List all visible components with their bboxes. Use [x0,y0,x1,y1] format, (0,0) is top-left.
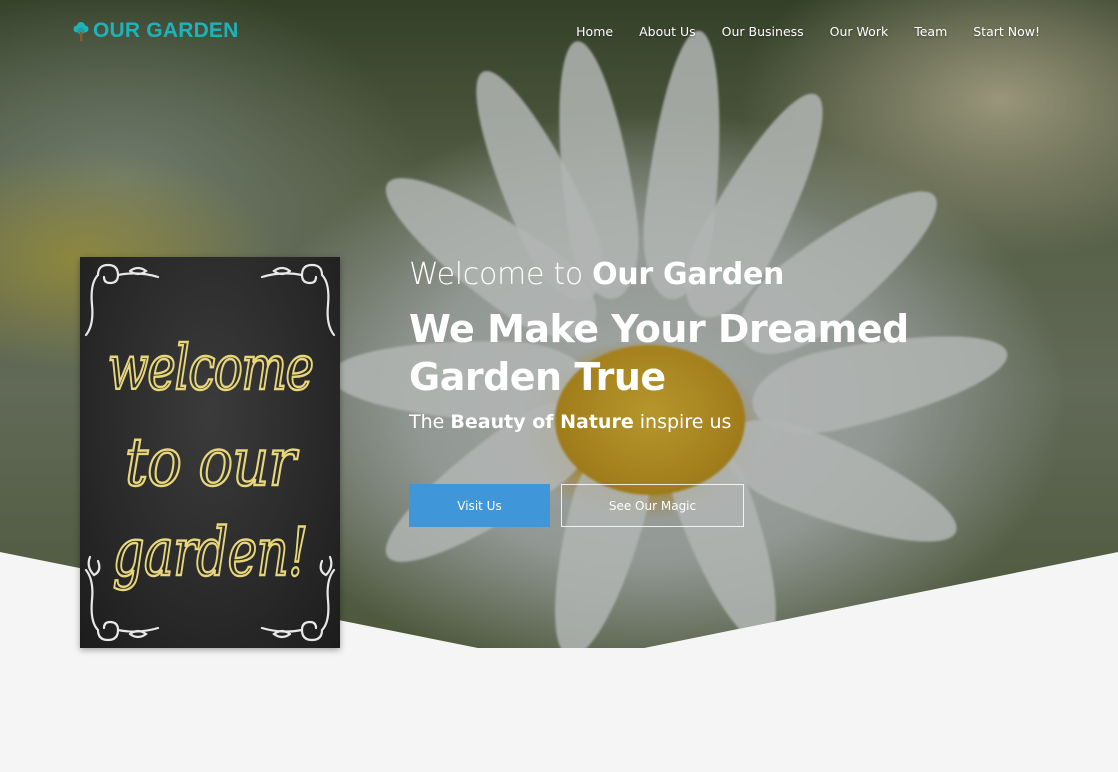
nav-team[interactable]: Team [914,24,947,39]
brand-logo[interactable]: OUR GARDEN [72,18,239,44]
hero-copy: Welcome to Our Garden We Make Your Dream… [409,255,1049,435]
nav-start-now[interactable]: Start Now! [973,24,1040,39]
nav-about-us[interactable]: About Us [639,24,696,39]
nav-our-work[interactable]: Our Work [830,24,889,39]
main-menu: Home About Us Our Business Our Work Team… [576,24,1040,39]
visit-us-button[interactable]: Visit Us [409,484,550,527]
poster-line-3: garden! [113,514,308,591]
tagline-bold: Beauty of Nature [450,411,634,433]
hero-welcome: Welcome to Our Garden [409,255,1049,295]
nav-our-business[interactable]: Our Business [722,24,804,39]
top-navbar: OUR GARDEN Home About Us Our Business Ou… [0,0,1118,64]
see-our-magic-button[interactable]: See Our Magic [561,484,744,527]
hero-headline: We Make Your Dreamed Garden True [409,307,909,399]
welcome-prefix: Welcome to [409,257,583,292]
tagline-prefix: The [409,411,445,433]
tree-icon [73,22,89,41]
welcome-brand: Our Garden [592,257,785,292]
welcome-poster: welcome to our garden! [80,257,340,648]
poster-line-2: to our [125,424,299,501]
poster-line-1: welcome [108,331,313,404]
nav-home[interactable]: Home [576,24,613,39]
hero-tagline: The Beauty of Nature inspire us [409,409,1049,435]
tagline-suffix: inspire us [639,411,732,433]
brand-name: OUR GARDEN [93,19,239,42]
